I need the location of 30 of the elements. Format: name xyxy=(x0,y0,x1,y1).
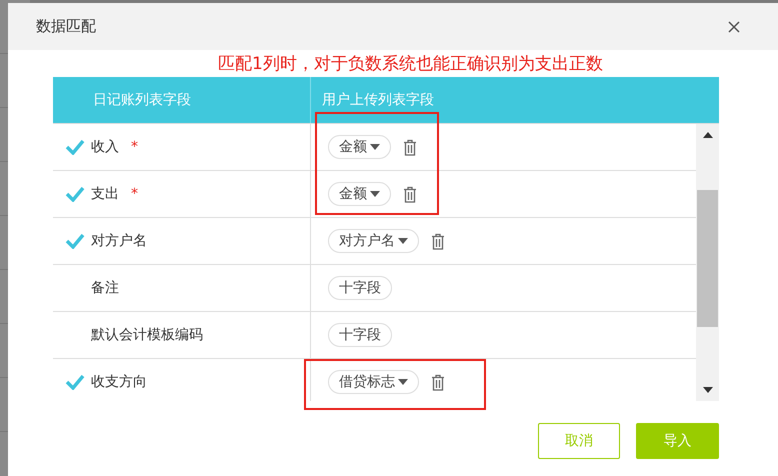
column-header: 日记账列表字段 xyxy=(53,77,311,123)
dialog-title: 数据匹配 xyxy=(36,17,96,36)
column-header: 用户上传列表字段 xyxy=(321,91,434,110)
caret-icon xyxy=(398,379,408,385)
annotation-text: 匹配1列时，对于负数系统也能正确识别为支出正数 xyxy=(218,53,603,75)
close-icon[interactable] xyxy=(728,20,740,32)
caret-icon xyxy=(370,144,380,150)
caret-icon xyxy=(398,238,408,244)
field-select[interactable]: 借贷标志 xyxy=(328,370,419,394)
scrollbar[interactable] xyxy=(696,124,719,401)
field-select[interactable]: 金额 xyxy=(328,182,391,206)
field-select[interactable]: 金额 xyxy=(328,135,391,159)
trash-icon[interactable] xyxy=(431,374,445,390)
trash-icon[interactable] xyxy=(403,138,417,156)
field-label: 备注 xyxy=(91,279,119,297)
field-label: 对方户名 xyxy=(91,232,147,250)
trash-icon[interactable] xyxy=(403,186,417,202)
required-asterisk: * xyxy=(131,139,138,155)
caret-icon xyxy=(370,191,380,197)
scroll-down-icon[interactable] xyxy=(702,387,712,393)
field-label: 默认会计模板编码 xyxy=(91,326,203,344)
field-label: 收入 xyxy=(91,138,119,156)
field-select[interactable]: 对方户名 xyxy=(328,229,419,253)
field-label: 收支方向 xyxy=(91,373,147,391)
add-field-button[interactable]: 十字段 xyxy=(328,276,392,300)
required-asterisk: * xyxy=(131,186,138,202)
field-label: 支出 xyxy=(91,185,119,203)
trash-icon[interactable] xyxy=(431,232,445,250)
scroll-up-icon[interactable] xyxy=(702,132,712,138)
add-field-button[interactable]: 十字段 xyxy=(328,323,392,347)
